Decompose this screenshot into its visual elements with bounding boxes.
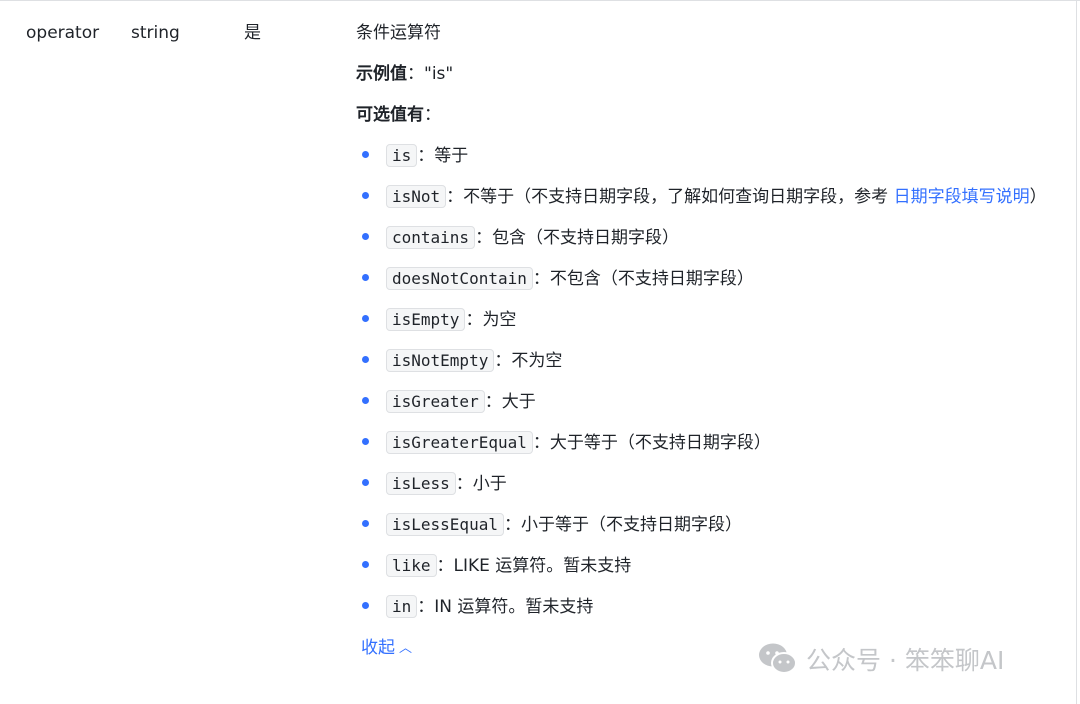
operator-description: 包含（不支持日期字段） xyxy=(492,228,680,248)
param-description: 条件运算符 示例值："is" 可选值有： is ：等于 isNot ：不等于（不支持日… xyxy=(356,21,1071,661)
operator-description: 大于等于（不支持日期字段） xyxy=(549,433,771,453)
operator-code: isLess xyxy=(386,472,456,495)
operator-code: isEmpty xyxy=(386,308,466,331)
operator-code: contains xyxy=(386,226,476,249)
operator-description: IN 运算符。暂未支持 xyxy=(434,597,594,617)
bullet-icon xyxy=(362,151,369,158)
operator-description: 等于 xyxy=(434,146,469,166)
operator-separator: ： xyxy=(503,515,521,535)
bullet-icon xyxy=(362,561,369,568)
list-item: contains ：包含（不支持日期字段） xyxy=(356,226,1071,250)
list-item: isLess ：小于 xyxy=(356,472,1071,496)
bullet-icon xyxy=(362,356,369,363)
collapse-button[interactable]: 收起 ︿ xyxy=(361,636,412,661)
chevron-up-icon: ︿ xyxy=(399,641,413,656)
bullet-icon xyxy=(362,192,369,199)
operator-separator: ： xyxy=(417,146,435,166)
wechat-icon xyxy=(759,643,797,674)
operator-separator: ： xyxy=(484,392,502,412)
description-text: 条件运算符 xyxy=(356,23,441,43)
param-type: string xyxy=(131,23,180,43)
list-item: in ：IN 运算符。暂未支持 xyxy=(356,595,1071,619)
operator-code: is xyxy=(386,144,418,167)
bullet-icon xyxy=(362,274,369,281)
operator-separator: ： xyxy=(494,351,512,371)
operator-description: 大于 xyxy=(501,392,536,412)
param-required: 是 xyxy=(244,23,261,43)
operator-code: like xyxy=(386,554,437,577)
example-label: 示例值 xyxy=(356,64,407,84)
value-list: is ：等于 isNot ：不等于（不支持日期字段，了解如何查询日期字段，参考 日期字… xyxy=(356,144,1071,619)
operator-description-tail: ） xyxy=(1029,187,1047,207)
example-value: 示例值："is" xyxy=(356,62,1071,86)
operator-separator: ： xyxy=(446,187,464,207)
watermark-text: 公众号 · 笨笨聊AI xyxy=(806,646,1005,675)
operator-code: isNot xyxy=(386,185,447,208)
list-item: isGreater ：大于 xyxy=(356,390,1071,414)
list-item: is ：等于 xyxy=(356,144,1071,168)
operator-separator: ： xyxy=(532,269,550,289)
operator-code: isLessEqual xyxy=(386,513,504,536)
list-item: isNotEmpty ：不为空 xyxy=(356,349,1071,373)
operator-separator: ： xyxy=(455,474,473,494)
operator-separator: ： xyxy=(465,310,483,330)
bullet-icon xyxy=(362,315,369,322)
operator-separator: ： xyxy=(417,597,435,617)
operator-separator: ： xyxy=(436,556,454,576)
operator-separator: ： xyxy=(532,433,550,453)
operator-description: 不等于（不支持日期字段，了解如何查询日期字段，参考 xyxy=(463,187,894,207)
operator-code: isNotEmpty xyxy=(386,349,495,372)
list-item: isLessEqual ：小于等于（不支持日期字段） xyxy=(356,513,1071,537)
operator-code: in xyxy=(386,595,418,618)
list-item: isEmpty ：为空 xyxy=(356,308,1071,332)
date-field-doc-link[interactable]: 日期字段填写说明 xyxy=(894,187,1030,207)
example-text: "is" xyxy=(424,64,454,84)
bullet-icon xyxy=(362,233,369,240)
watermark: 公众号 · 笨笨聊AI xyxy=(758,641,1004,677)
operator-description: 不为空 xyxy=(511,351,563,371)
operator-description: 小于等于（不支持日期字段） xyxy=(520,515,742,535)
bullet-icon xyxy=(362,602,369,609)
bullet-icon xyxy=(362,438,369,445)
operator-code: isGreaterEqual xyxy=(386,431,533,454)
options-label: 可选值有 xyxy=(356,105,424,125)
bullet-icon xyxy=(362,397,369,404)
options-heading: 可选值有： xyxy=(356,103,1071,127)
param-name: operator xyxy=(26,23,100,43)
operator-code: isGreater xyxy=(386,390,485,413)
options-separator: ： xyxy=(424,105,441,125)
operator-description: 不包含（不支持日期字段） xyxy=(549,269,754,289)
example-separator: ： xyxy=(407,64,424,84)
bullet-icon xyxy=(362,479,369,486)
list-item: like ：LIKE 运算符。暂未支持 xyxy=(356,554,1071,578)
list-item: isNot ：不等于（不支持日期字段，了解如何查询日期字段，参考 日期字段填写说明… xyxy=(356,185,1071,209)
bullet-icon xyxy=(362,520,369,527)
table-right-border xyxy=(1076,0,1077,704)
operator-separator: ： xyxy=(475,228,493,248)
operator-code: doesNotContain xyxy=(386,267,533,290)
operator-description: 为空 xyxy=(482,310,517,330)
collapse-label: 收起 xyxy=(361,638,395,658)
operator-description: LIKE 运算符。暂未支持 xyxy=(453,556,632,576)
operator-description: 小于 xyxy=(472,474,507,494)
list-item: doesNotContain ：不包含（不支持日期字段） xyxy=(356,267,1071,291)
list-item: isGreaterEqual ：大于等于（不支持日期字段） xyxy=(356,431,1071,455)
table-top-border xyxy=(0,0,1080,1)
